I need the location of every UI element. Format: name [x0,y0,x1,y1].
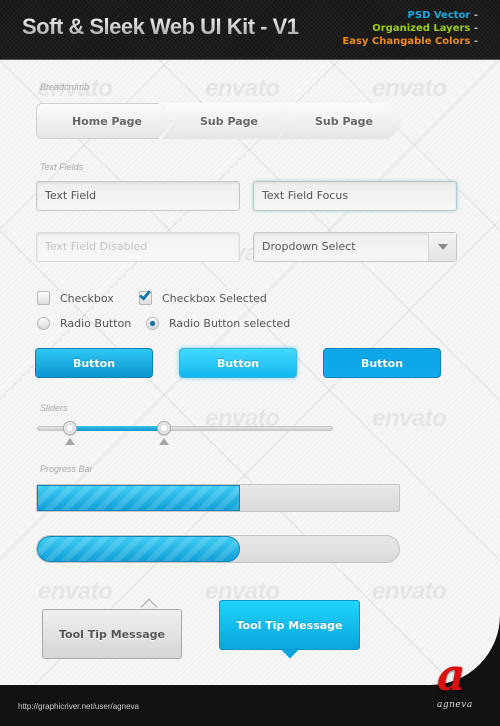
checkbox-checked[interactable]: Checkbox Selected [139,288,267,305]
feature-easy-colors: Easy Changable Colors - [342,36,478,47]
envato-watermark: envato [372,75,447,102]
feature-organized-layers: Organized Layers - [372,23,478,34]
author-url-link[interactable]: http://graphicriver.net/user/agneva [18,702,139,711]
envato-watermark: envato [372,405,447,432]
tooltip-grey: Tool Tip Message [42,609,182,659]
slider-handle-start[interactable] [62,421,77,435]
checkbox-label: Checkbox Selected [162,291,267,305]
section-label-breadcrumb: Breadcrumb [40,82,90,92]
chevron-down-icon [437,244,448,250]
radio-selected[interactable]: Radio Button selected [146,317,290,330]
breadcrumb-item-home[interactable]: Home Page [36,103,172,139]
envato-watermark: envato [205,75,280,102]
breadcrumb-item-sub-2[interactable]: Sub Page [278,103,404,139]
radio-circle[interactable] [37,317,50,330]
text-field-disabled: Text Field Disabled [36,232,240,262]
section-label-sliders: Sliders [40,403,68,413]
feature-psd-vector: PSD Vector - [407,10,478,21]
envato-watermark: envato [372,578,447,605]
slider-pointer-end-icon [159,438,170,445]
checkbox-box[interactable] [37,291,50,305]
radio-unselected[interactable]: Radio Button [37,317,131,330]
checkmark-icon [139,288,151,301]
checkbox-box[interactable] [139,288,152,305]
envato-watermark: envato [38,578,113,605]
progress-bar-fill [37,485,240,511]
range-slider-track[interactable] [37,426,333,431]
feature-list: PSD Vector - Organized Layers - Easy Cha… [342,9,478,48]
dropdown-value: Dropdown Select [262,240,356,253]
logo-name: agneva [437,700,473,710]
header-banner: Soft & Sleek Web UI Kit - V1 PSD Vector … [0,0,500,60]
breadcrumb-item-sub-1[interactable]: Sub Page [162,103,290,139]
breadcrumb-label: Sub Page [200,114,258,128]
text-field[interactable]: Text Field [36,181,240,211]
radio-label: Radio Button selected [169,317,291,330]
button-normal[interactable]: Button [35,348,153,378]
section-label-progress-bar: Progress Bar [40,464,93,474]
checkbox-unchecked[interactable]: Checkbox [37,291,114,305]
progress-bar-rounded [36,535,400,563]
text-field-focus[interactable]: Text Field Focus [253,181,457,211]
range-slider-fill [70,426,166,431]
radio-circle[interactable] [146,317,159,330]
tooltip-blue: Tool Tip Message [219,600,360,650]
section-label-text-fields: Text Fields [40,162,84,172]
radio-label: Radio Button [60,317,132,330]
slider-pointer-start-icon [64,438,75,445]
progress-bar-square [36,484,400,512]
breadcrumb-label: Home Page [71,114,143,128]
radio-dot-icon [150,321,155,326]
dropdown-select[interactable]: Dropdown Select [253,232,457,262]
agneva-logo-icon: a [437,650,466,701]
progress-bar-fill [37,536,240,562]
button-active[interactable]: Button [323,348,441,378]
button-hover[interactable]: Button [179,348,297,378]
dropdown-toggle[interactable] [428,233,456,261]
checkbox-label: Checkbox [60,291,114,305]
page-title: Soft & Sleek Web UI Kit - V1 [22,14,299,39]
breadcrumb-label: Sub Page [315,114,373,128]
